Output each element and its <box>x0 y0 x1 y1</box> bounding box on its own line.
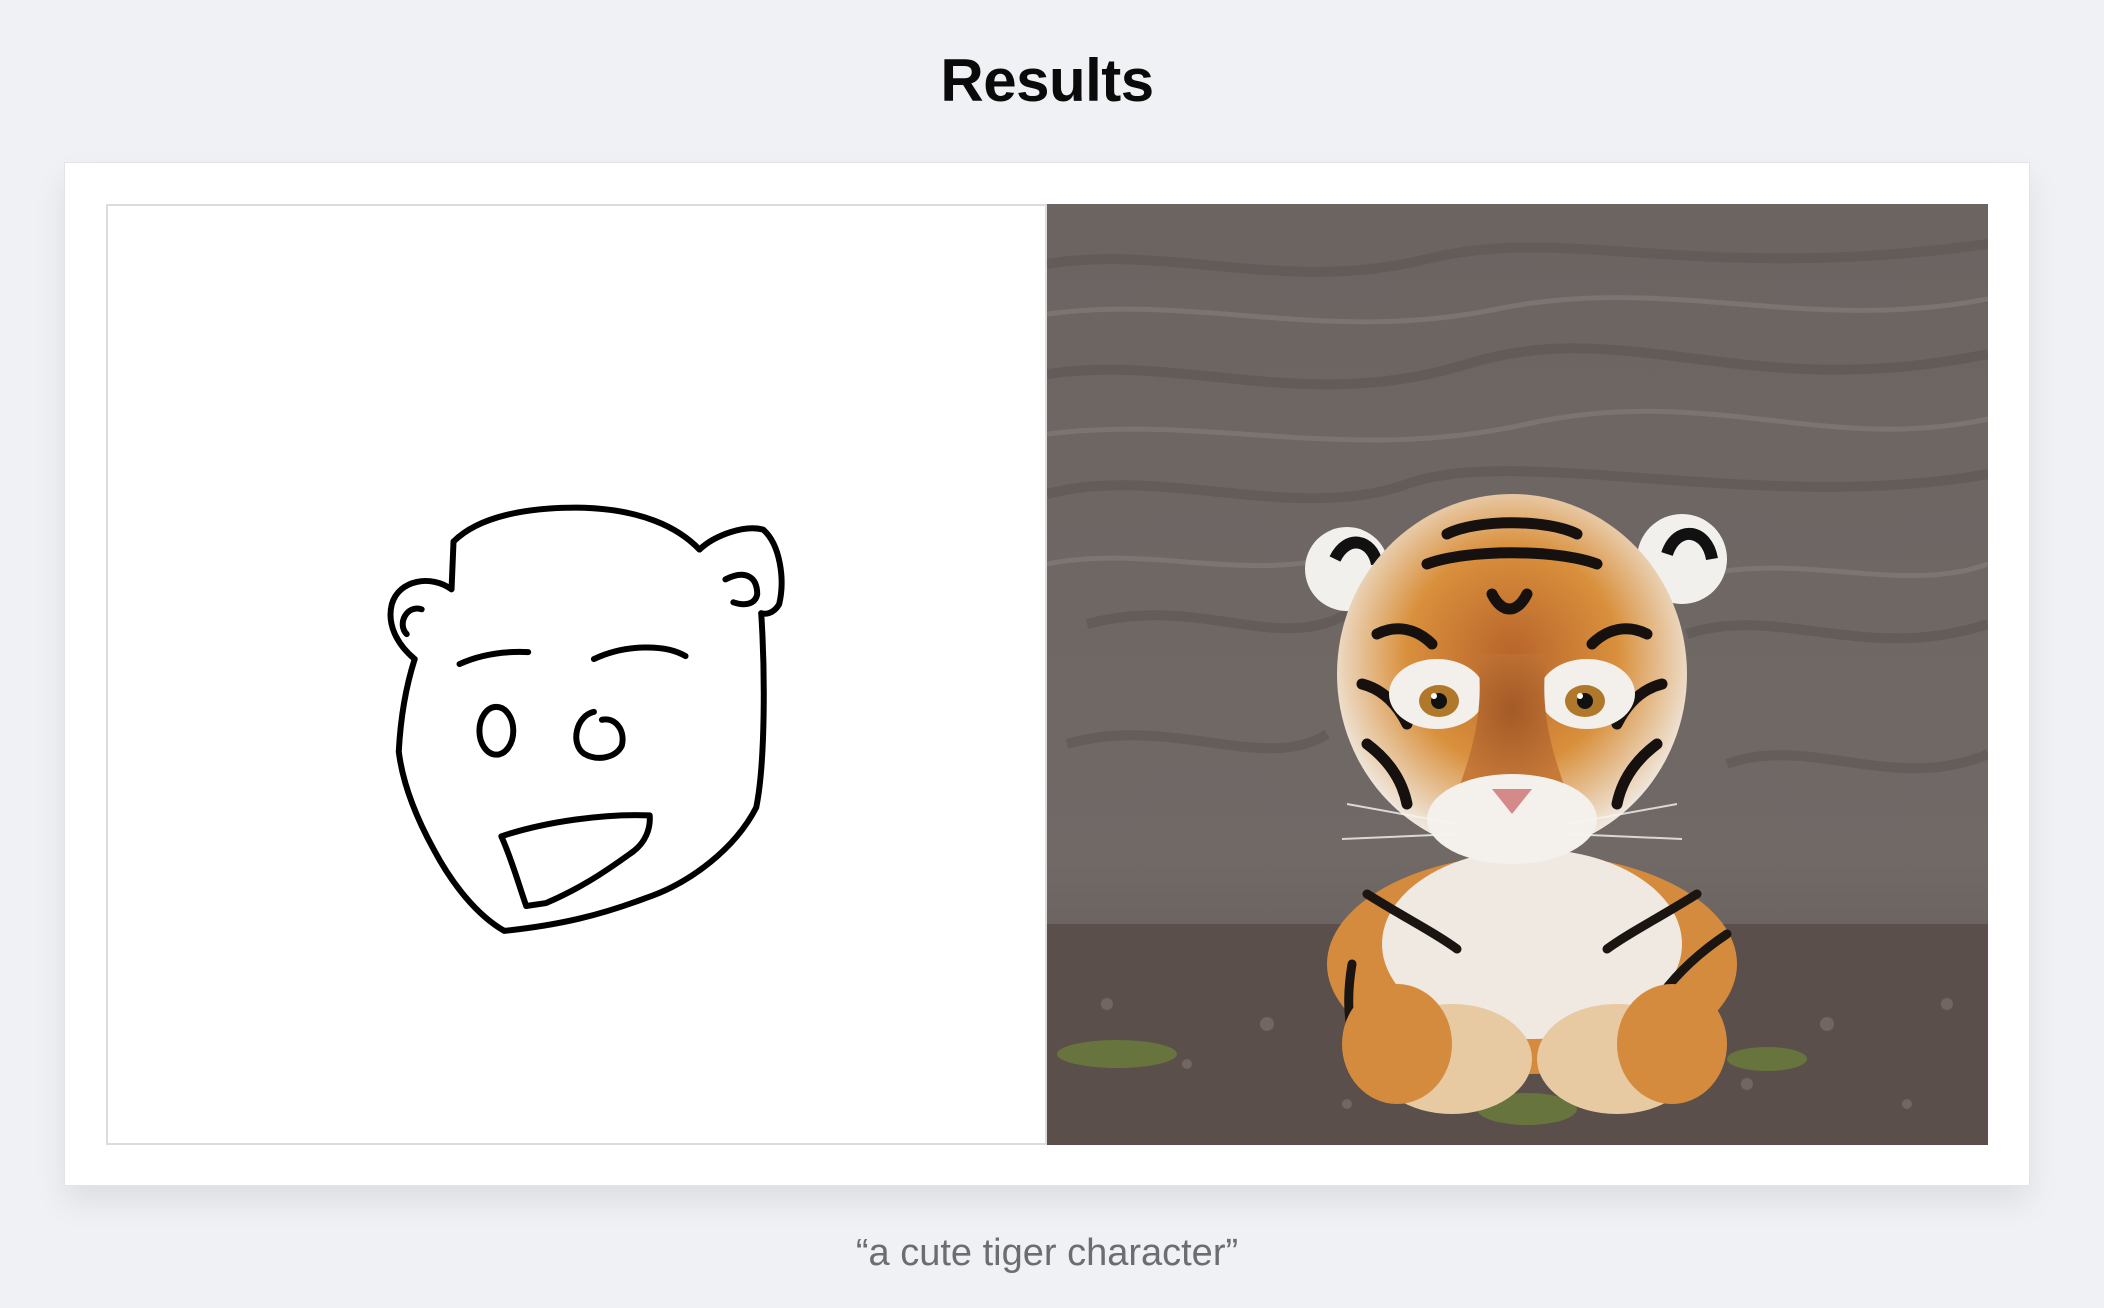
results-card <box>64 162 2030 1186</box>
input-sketch-image <box>106 204 1047 1145</box>
sketch-drawing <box>387 504 785 934</box>
prompt-caption: “a cute tiger character” <box>855 1232 1239 1274</box>
tiger-photo <box>1047 204 1988 1145</box>
generated-tiger-image <box>1047 204 1988 1145</box>
page-title: Results <box>940 47 1154 114</box>
